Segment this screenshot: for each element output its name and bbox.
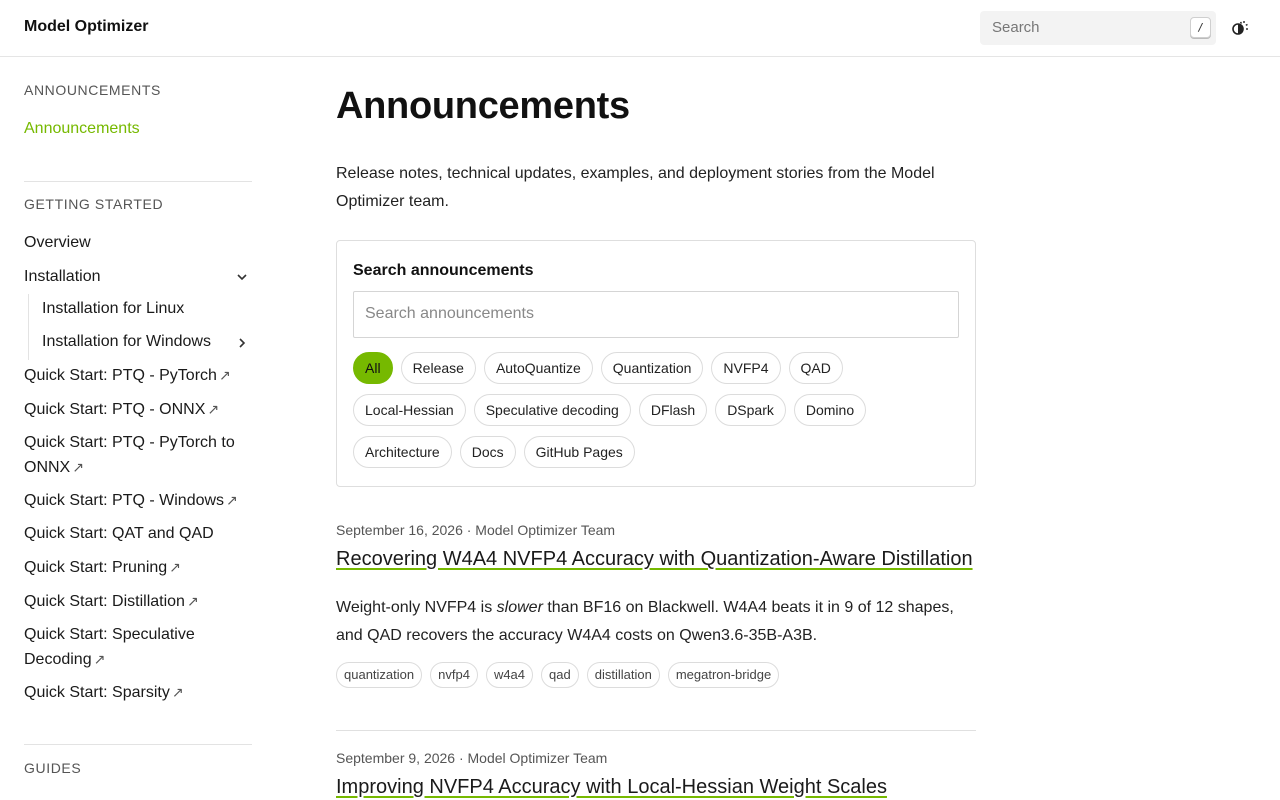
post-tag-list: quantization nvfp4 w4a4 qad distillation mega… (336, 662, 976, 688)
post-tag[interactable]: qad (541, 662, 579, 688)
filter-chip-local-hessian[interactable]: Local-Hessian (353, 394, 466, 426)
external-link-icon: ↗ (226, 492, 238, 508)
sidebar-item-label: Quick Start: PTQ - ONNX (24, 401, 206, 418)
post-tag[interactable]: quantization (336, 662, 423, 688)
site-search-placeholder: Search (992, 19, 1040, 36)
post-divider (336, 730, 976, 731)
post-title-link[interactable]: Improving NVFP4 Accuracy with Local-Hess… (336, 775, 976, 800)
theme-toggle-icon[interactable] (1229, 17, 1251, 39)
external-link-icon: ↗ (169, 559, 181, 575)
sidebar-item-quickstart-qat-qad[interactable]: Quick Start: QAT and QAD (24, 522, 252, 546)
sidebar-divider (24, 744, 252, 745)
external-link-icon: ↗ (207, 401, 220, 417)
search-card-title: Search announcements (353, 262, 534, 279)
search-shortcut-key: / (1190, 17, 1211, 38)
filter-chip-quantization[interactable]: Quantization (600, 352, 704, 384)
filter-chip-nvfp4[interactable]: NVFP4 (711, 352, 781, 384)
post-tag[interactable]: distillation (586, 662, 660, 688)
site-search-input[interactable]: Search / (980, 11, 1216, 45)
sidebar-item-label: Quick Start: Distillation (24, 593, 185, 610)
announcement-post: September 9, 2026 · Model Optimizer Team… (336, 750, 976, 800)
post-title-link[interactable]: Recovering W4A4 NVFP4 Accuracy with Quan… (336, 547, 976, 572)
filter-chip-github-pages[interactable]: GitHub Pages (523, 436, 635, 468)
filter-chip-docs[interactable]: Docs (459, 436, 516, 468)
chevron-down-icon[interactable] (235, 270, 249, 284)
filter-chip-qad[interactable]: QAD (788, 352, 843, 384)
sidebar-item-quickstart-ptq-onnx[interactable]: Quick Start: PTQ - ONNX ↗ (24, 397, 252, 422)
filter-chip-all[interactable]: All (353, 352, 393, 384)
sidebar-item-label: Quick Start: Pruning (24, 559, 168, 576)
chevron-right-icon[interactable] (235, 336, 249, 350)
page-title: Announcements (336, 85, 630, 127)
filter-chip-group: All Release AutoQuantize Quantization NVFP4 Q… (353, 352, 963, 468)
sidebar-item-label: Quick Start: PTQ - Windows (24, 492, 225, 509)
filter-chip-autoquantize[interactable]: AutoQuantize (483, 352, 593, 384)
external-link-icon: ↗ (218, 367, 231, 383)
sidebar-item-installation-windows[interactable]: Installation for Windows (42, 330, 252, 354)
post-tag[interactable]: nvfp4 (430, 662, 478, 688)
sidebar-item-quickstart-distillation[interactable]: Quick Start: Distillation ↗ (24, 589, 252, 614)
sidebar-item-label: Quick Start: Speculative Decoding (24, 626, 195, 668)
sidebar-item-installation[interactable]: Installation (24, 265, 252, 289)
announcement-post: September 16, 2026 · Model Optimizer Tea… (336, 522, 976, 688)
post-summary: Weight-only NVFP4 is slower than BF16 on… (336, 599, 954, 644)
sidebar-item-quickstart-ptq-pytorch[interactable]: Quick Start: PTQ - PyTorch ↗ (24, 363, 252, 388)
external-link-icon: ↗ (171, 684, 184, 700)
sidebar-item-installation-linux[interactable]: Installation for Linux (42, 297, 252, 321)
sidebar-divider (24, 181, 252, 182)
site-brand[interactable]: Model Optimizer (24, 18, 148, 36)
external-link-icon: ↗ (93, 651, 106, 667)
post-meta: September 16, 2026 · Model Optimizer Tea… (336, 522, 616, 538)
sidebar-section-guides: GUIDES (24, 760, 82, 776)
top-navbar: Model Optimizer Search / (0, 0, 1280, 57)
announcement-search-input[interactable]: Search announcements (353, 291, 959, 338)
external-link-icon: ↗ (186, 593, 199, 609)
external-link-icon: ↗ (72, 459, 84, 475)
sidebar-item-announcements[interactable]: Announcements (24, 117, 252, 141)
sidebar-subnav-rail (28, 294, 29, 360)
sidebar-item-quickstart-ptq-windows[interactable]: Quick Start: PTQ - Windows ↗ (24, 488, 252, 513)
page-intro: Release notes, technical updates, exampl… (336, 165, 935, 210)
filter-chip-dflash[interactable]: DFlash (638, 394, 708, 426)
sidebar-item-quickstart-sparsity[interactable]: Quick Start: Sparsity ↗ (24, 680, 252, 705)
post-meta: September 9, 2026 · Model Optimizer Team (336, 750, 608, 766)
sidebar-item-label: Quick Start: Sparsity (24, 684, 170, 701)
sidebar-item-quickstart-ptq-pytorch-onnx[interactable]: Quick Start: PTQ - PyTorch to ONNX ↗ (24, 431, 252, 480)
filter-chip-release[interactable]: Release (400, 352, 476, 384)
filter-chip-domino[interactable]: Domino (793, 394, 867, 426)
sidebar-item-quickstart-speculative[interactable]: Quick Start: Speculative Decoding ↗ (24, 623, 252, 672)
post-tag[interactable]: megatron-bridge (667, 662, 780, 688)
sidebar-section-announcements: ANNOUNCEMENTS (24, 82, 161, 98)
filter-chip-speculative-decoding[interactable]: Speculative decoding (473, 394, 631, 426)
filter-chip-architecture[interactable]: Architecture (353, 436, 452, 468)
sidebar-item-label: Quick Start: QAT and QAD (24, 525, 214, 542)
post-tag[interactable]: w4a4 (485, 662, 534, 688)
sidebar: ANNOUNCEMENTS Announcements GETTING STAR… (0, 57, 276, 800)
sidebar-item-overview[interactable]: Overview (24, 231, 252, 255)
sidebar-item-label: Quick Start: PTQ - PyTorch (24, 367, 217, 384)
sidebar-item-quickstart-pruning[interactable]: Quick Start: Pruning ↗ (24, 555, 252, 580)
announcement-search-card: Search announcements Search announcement… (336, 240, 976, 487)
sidebar-section-getting-started: GETTING STARTED (24, 196, 164, 212)
sidebar-item-label: Quick Start: PTQ - PyTorch to ONNX (24, 434, 235, 476)
filter-chip-dspark[interactable]: DSpark (715, 394, 786, 426)
